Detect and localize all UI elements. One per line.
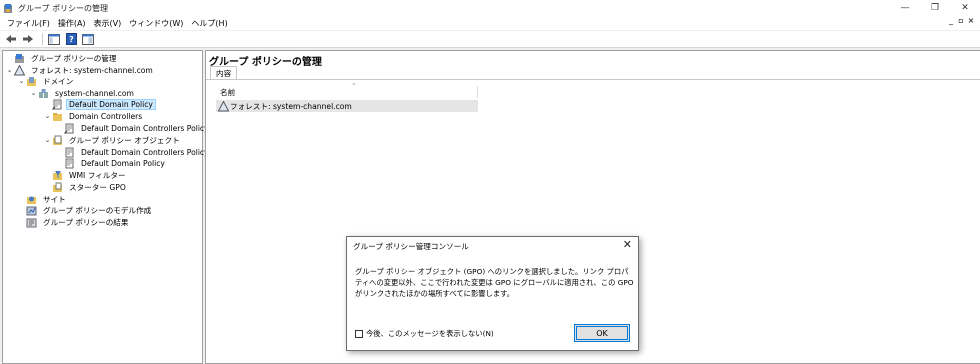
close-window-button[interactable]: ✕: [950, 0, 980, 16]
dialog-title: グループ ポリシー管理コンソール: [353, 242, 469, 251]
tree-item-label: Default Domain Controllers Policy: [81, 147, 209, 157]
list-item-forest[interactable]: フォレスト: system-channel.com: [216, 100, 478, 112]
chevron-down-icon[interactable]: ⌄: [43, 136, 52, 144]
starter-gpo-icon: [53, 182, 62, 192]
restore-button[interactable]: ❐: [920, 0, 950, 16]
forward-arrow-icon[interactable]: [21, 32, 35, 46]
wmi-filter-icon: [53, 170, 62, 180]
modeling-icon: [26, 206, 37, 215]
menu-window[interactable]: ウィンドウ(W): [125, 18, 187, 29]
dialog-message: グループ ポリシー オブジェクト (GPO) へのリンクを選択しました。リンク …: [355, 267, 634, 298]
tab-contents[interactable]: 内容: [210, 66, 238, 79]
gpm-app-icon: [4, 3, 12, 13]
domain-icon: [39, 88, 48, 98]
window-title: グループ ポリシーの管理: [18, 3, 109, 13]
tree-item-domains[interactable]: ⌄ ドメイン: [17, 75, 76, 87]
menu-view[interactable]: 表示(V): [90, 18, 126, 29]
chevron-down-icon[interactable]: ⌄: [29, 89, 38, 97]
tree-item-dc-policy-link[interactable]: Default Domain Controllers Policy: [55, 122, 212, 134]
forest-icon: [14, 64, 25, 75]
tree-item-label: スターター GPO: [69, 182, 126, 192]
gpo-folder-icon: [53, 135, 62, 145]
help-icon[interactable]: ?: [64, 32, 78, 46]
tree-item-gpm-root[interactable]: グループ ポリシーの管理: [5, 52, 120, 64]
tree-item-label: Default Domain Policy: [81, 158, 165, 168]
tree-item-label: Domain Controllers: [69, 111, 143, 121]
chevron-down-icon[interactable]: ⌄: [17, 77, 26, 85]
console-view-icon[interactable]: [81, 32, 95, 46]
domains-folder-icon: [27, 76, 36, 86]
list-item-label: フォレスト: system-channel.com: [230, 101, 352, 111]
gpo-icon: [65, 147, 74, 157]
results-icon: [26, 218, 37, 227]
tree-item-label: Default Domain Controllers Policy: [81, 123, 209, 133]
tree-item-default-domain-policy-link[interactable]: Default Domain Policy: [43, 98, 156, 110]
column-header-label: 名前: [220, 87, 236, 97]
minimize-button[interactable]: —: [890, 0, 920, 16]
tree-item-label: Default Domain Policy: [66, 98, 156, 110]
tab-divider: [206, 79, 980, 80]
sort-indicator-icon: ⌃: [351, 82, 357, 90]
gpm-root-icon: [15, 53, 24, 63]
gpmc-message-dialog: グループ ポリシー管理コンソール ✕ グループ ポリシー オブジェクト (GPO…: [346, 236, 639, 351]
console-tree-pane[interactable]: グループ ポリシーの管理 ⌄ フォレスト: system-channel.com…: [2, 50, 209, 364]
toolbar-separator: [42, 33, 43, 45]
tree-item-results[interactable]: グループ ポリシーの結果: [17, 216, 132, 228]
chevron-down-icon[interactable]: ⌄: [5, 66, 14, 74]
ou-folder-icon: [53, 112, 62, 121]
tree-item-label: グループ ポリシー オブジェクト: [69, 135, 180, 145]
tree-item-starter-gpo[interactable]: スターター GPO: [43, 181, 129, 193]
tree-item-label: system-channel.com: [55, 88, 134, 98]
column-header-name[interactable]: 名前 ⌃: [216, 82, 478, 98]
svg-text:?: ?: [69, 35, 74, 44]
menu-file[interactable]: ファイル(F): [3, 18, 54, 29]
dont-show-again-checkbox[interactable]: 今後、このメッセージを表示しない(N): [355, 329, 494, 339]
tree-item-domain-controllers[interactable]: ⌄ Domain Controllers: [43, 110, 145, 122]
tree-item-modeling[interactable]: グループ ポリシーのモデル作成: [17, 204, 154, 216]
tree-item-wmi-filters[interactable]: WMI フィルター: [43, 169, 129, 181]
close-icon[interactable]: ✕: [623, 238, 632, 251]
checkbox-label: 今後、このメッセージを表示しない(N): [366, 329, 494, 338]
title-bar: グループ ポリシーの管理 — ❐ ✕: [0, 0, 980, 16]
toolbar: ?: [0, 31, 980, 48]
mdi-restore-button[interactable]: ▫: [956, 16, 966, 25]
chevron-down-icon[interactable]: ⌄: [43, 112, 52, 120]
gpo-link-icon: [64, 123, 74, 134]
gpo-link-icon: [52, 99, 62, 110]
checkbox-box[interactable]: [355, 330, 363, 338]
sites-icon: [27, 196, 36, 204]
menu-bar: ファイル(F) 操作(A) 表示(V) ウィンドウ(W) ヘルプ(H) _ ▫ …: [0, 16, 980, 30]
menu-action[interactable]: 操作(A): [54, 18, 90, 29]
tree-item-label: グループ ポリシーの結果: [43, 217, 129, 227]
mdi-close-button[interactable]: ×: [966, 16, 976, 25]
forest-icon: [218, 100, 229, 111]
ok-button[interactable]: OK: [574, 324, 630, 342]
show-hide-tree-icon[interactable]: [47, 32, 61, 46]
mdi-minimize-button[interactable]: _: [946, 16, 956, 25]
tree-item-gpo-domain-policy[interactable]: Default Domain Policy: [55, 157, 168, 169]
back-arrow-icon[interactable]: [4, 32, 18, 46]
tree-item-label: ドメイン: [43, 76, 74, 86]
gpo-icon: [65, 158, 74, 168]
menu-help[interactable]: ヘルプ(H): [187, 18, 231, 29]
tree-item-gpo-folder[interactable]: ⌄ グループ ポリシー オブジェクト: [43, 134, 183, 146]
